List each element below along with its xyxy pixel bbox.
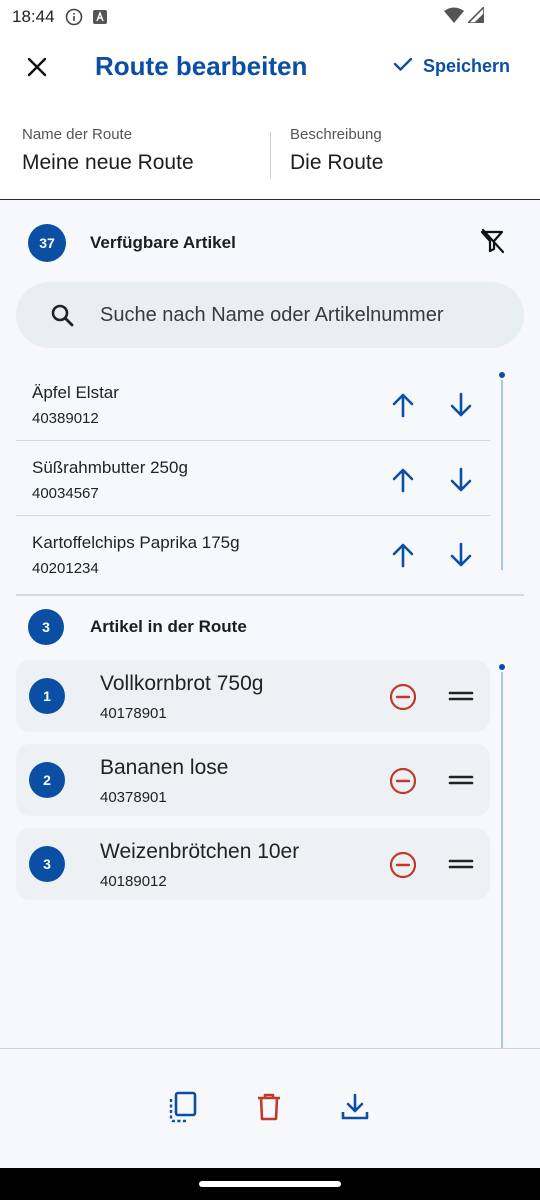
signal-icon bbox=[466, 4, 485, 28]
available-item-number: 40389012 bbox=[32, 410, 99, 427]
route-list: 1 Vollkornbrot 750g 40178901 2 Bananen l… bbox=[16, 660, 490, 912]
arrow-up-icon bbox=[392, 393, 414, 418]
remove-item-button[interactable] bbox=[388, 850, 418, 880]
available-item: Süßrahmbutter 250g 40034567 bbox=[16, 441, 490, 516]
route-section-header: 3 Artikel in der Route bbox=[0, 602, 540, 652]
status-time: 18:44 bbox=[12, 7, 55, 26]
available-item-name: Kartoffelchips Paprika 175g bbox=[32, 533, 240, 552]
available-count-badge: 37 bbox=[28, 224, 66, 262]
route-item[interactable]: 3 Weizenbrötchen 10er 40189012 bbox=[16, 828, 490, 900]
available-item: Kartoffelchips Paprika 175g 40201234 bbox=[16, 516, 490, 591]
available-list: Äpfel Elstar 40389012 Süßrahmbutter 250g… bbox=[16, 366, 490, 591]
remove-item-button[interactable] bbox=[388, 766, 418, 796]
remove-item-button[interactable] bbox=[388, 682, 418, 712]
arrow-down-icon bbox=[450, 467, 472, 492]
drag-handle-icon bbox=[448, 691, 474, 701]
route-section-title: Artikel in der Route bbox=[90, 617, 247, 636]
search-input[interactable] bbox=[100, 282, 510, 348]
available-item-number: 40201234 bbox=[32, 560, 99, 577]
arrow-down-icon bbox=[450, 392, 472, 417]
route-item[interactable]: 2 Bananen lose 40378901 bbox=[16, 744, 490, 816]
route-item[interactable]: 1 Vollkornbrot 750g 40178901 bbox=[16, 660, 490, 732]
filter-off-button[interactable] bbox=[478, 228, 506, 259]
home-gesture-handle[interactable] bbox=[199, 1181, 341, 1187]
route-item-position: 1 bbox=[29, 678, 65, 714]
search-box[interactable] bbox=[16, 282, 524, 348]
a-badge-icon bbox=[92, 10, 107, 24]
move-up-button[interactable] bbox=[388, 540, 418, 570]
drag-handle[interactable] bbox=[448, 684, 474, 708]
close-icon bbox=[26, 56, 48, 83]
route-item-name: Vollkornbrot 750g bbox=[100, 672, 264, 695]
available-item-name: Äpfel Elstar bbox=[32, 383, 119, 402]
download-button[interactable] bbox=[339, 1091, 371, 1123]
route-description-value[interactable]: Die Route bbox=[290, 151, 383, 175]
remove-circle-icon bbox=[389, 851, 417, 879]
section-divider bbox=[16, 594, 524, 596]
arrow-down-icon bbox=[450, 542, 472, 567]
info-icon bbox=[65, 8, 83, 26]
route-name-label: Name der Route bbox=[22, 126, 133, 143]
move-down-button[interactable] bbox=[446, 540, 476, 570]
route-description-field[interactable]: Beschreibung Die Route bbox=[290, 126, 383, 175]
copy-icon bbox=[169, 1091, 197, 1123]
route-item-name: Bananen lose bbox=[100, 756, 229, 779]
delete-button[interactable] bbox=[253, 1091, 285, 1123]
page-title: Route bearbeiten bbox=[95, 51, 308, 81]
delete-icon bbox=[258, 1093, 280, 1121]
copy-button[interactable] bbox=[167, 1091, 199, 1123]
wifi-icon bbox=[444, 7, 464, 28]
status-bar: 18:44 bbox=[0, 0, 540, 34]
route-item-position: 3 bbox=[29, 846, 65, 882]
route-description-label: Beschreibung bbox=[290, 126, 382, 143]
available-section-header: 37 Verfügbare Artikel bbox=[0, 218, 540, 268]
close-button[interactable] bbox=[22, 54, 52, 84]
route-item-number: 40378901 bbox=[100, 789, 167, 806]
available-scrollbar[interactable] bbox=[501, 380, 503, 570]
search-icon bbox=[50, 303, 74, 332]
move-down-button[interactable] bbox=[446, 465, 476, 495]
route-scrollbar-thumb[interactable] bbox=[499, 664, 505, 670]
system-nav-bar bbox=[0, 1168, 540, 1200]
available-item: Äpfel Elstar 40389012 bbox=[16, 366, 490, 441]
route-item-position: 2 bbox=[29, 762, 65, 798]
available-scrollbar-thumb[interactable] bbox=[499, 372, 505, 378]
available-section-title: Verfügbare Artikel bbox=[90, 233, 236, 252]
field-divider bbox=[270, 132, 271, 178]
route-scrollbar[interactable] bbox=[501, 672, 503, 1048]
route-name-field[interactable]: Name der Route Meine neue Route bbox=[22, 126, 194, 175]
move-down-button[interactable] bbox=[446, 390, 476, 420]
download-icon bbox=[341, 1093, 369, 1120]
save-button[interactable]: Speichern bbox=[393, 56, 510, 77]
app-bar: Route bearbeiten Speichern bbox=[0, 34, 540, 104]
route-item-number: 40189012 bbox=[100, 873, 167, 890]
route-item-number: 40178901 bbox=[100, 705, 167, 722]
move-up-button[interactable] bbox=[388, 390, 418, 420]
available-item-name: Süßrahmbutter 250g bbox=[32, 458, 188, 477]
bottom-action-bar bbox=[0, 1048, 540, 1168]
remove-circle-icon bbox=[389, 767, 417, 795]
remove-circle-icon bbox=[389, 683, 417, 711]
drag-handle-icon bbox=[448, 859, 474, 869]
filter-off-icon bbox=[479, 228, 505, 259]
check-icon bbox=[393, 56, 413, 77]
drag-handle[interactable] bbox=[448, 852, 474, 876]
arrow-up-icon bbox=[392, 468, 414, 493]
save-button-label: Speichern bbox=[422, 56, 510, 76]
drag-handle-icon bbox=[448, 775, 474, 785]
route-item-name: Weizenbrötchen 10er bbox=[100, 840, 300, 863]
route-count-badge: 3 bbox=[28, 609, 64, 645]
route-fields: Name der Route Meine neue Route Beschrei… bbox=[0, 104, 540, 200]
available-item-number: 40034567 bbox=[32, 485, 99, 502]
route-name-value[interactable]: Meine neue Route bbox=[22, 151, 194, 175]
arrow-up-icon bbox=[392, 543, 414, 568]
move-up-button[interactable] bbox=[388, 465, 418, 495]
drag-handle[interactable] bbox=[448, 768, 474, 792]
